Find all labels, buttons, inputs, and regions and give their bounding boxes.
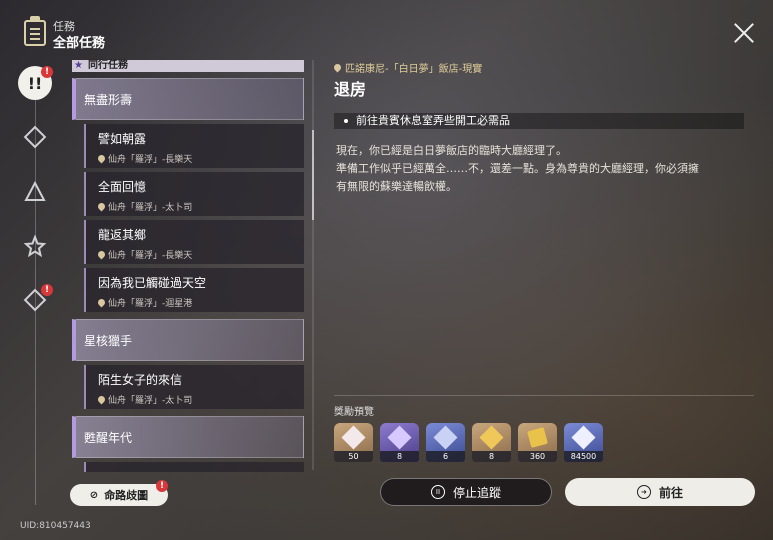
purple-book-icon <box>387 425 412 450</box>
mission-log-icon <box>24 16 46 46</box>
location-pin-icon <box>332 62 343 73</box>
location-pin-icon <box>96 297 107 308</box>
arrow-right-icon: ➜ <box>636 485 651 499</box>
list-group[interactable]: 星核獵手 <box>72 319 304 361</box>
exp-book-icon <box>571 425 596 450</box>
all-missions-icon: !! <box>27 73 43 93</box>
triangle-icon <box>24 181 46 201</box>
diamond-icon <box>23 125 47 149</box>
reward-item[interactable]: 8 <box>472 423 511 462</box>
reward-item[interactable]: 8 <box>380 423 419 462</box>
reward-list: 50 8 6 8 360 84500 <box>334 423 603 462</box>
list-item[interactable] <box>84 462 304 472</box>
list-item[interactable]: 全面回憶 仙舟「羅浮」-太卜司 <box>84 172 304 216</box>
ticket-icon <box>527 427 548 448</box>
location-pin-icon <box>96 153 107 164</box>
star-icon: ★ <box>74 60 83 71</box>
scrollbar-track <box>312 60 314 470</box>
mission-objective: 前往貴賓休息室弄些開工必需品 <box>334 113 744 129</box>
path-icon: ⊘ <box>89 489 99 501</box>
rail-tab-companion[interactable] <box>22 179 48 205</box>
path-map-button[interactable]: ⊘ 命路歧圖 <box>70 484 168 506</box>
reward-item[interactable]: 84500 <box>564 423 603 462</box>
rail-tab-daily-badge: ! <box>41 284 53 296</box>
stop-tracking-button[interactable]: II 停止追蹤 <box>380 478 552 506</box>
close-button[interactable] <box>733 22 755 44</box>
mission-location: 匹諾康尼-「白日夢」飯店-現實 <box>332 60 482 75</box>
list-group[interactable]: 無盡形壽 <box>72 78 304 120</box>
location-pin-icon <box>96 394 107 405</box>
mission-list[interactable]: 無盡形壽 譬如朝露 仙舟「羅浮」-長樂天 全面回憶 仙舟「羅浮」-太卜司 龍返其… <box>72 60 304 472</box>
path-map-badge: ! <box>156 480 168 492</box>
rail-tab-adventure[interactable] <box>22 233 48 259</box>
mission-title: 退房 <box>334 80 367 99</box>
category-header: ★ 同行任務 <box>72 60 304 72</box>
list-item[interactable]: 陌生女子的來信 仙舟「羅浮」-太卜司 <box>84 365 304 409</box>
location-pin-icon <box>96 201 107 212</box>
reward-divider <box>334 395 754 396</box>
location-pin-icon <box>96 249 107 260</box>
uid-label: UID:810457443 <box>20 521 91 531</box>
credit-icon <box>479 425 504 450</box>
go-button[interactable]: ➜ 前往 <box>565 478 755 506</box>
list-group[interactable]: 甦醒年代 <box>72 416 304 458</box>
rail-tab-trailblaze[interactable] <box>22 124 48 150</box>
reward-label: 獎勵預覽 <box>334 407 374 418</box>
list-item[interactable]: 因為我已觸碰過天空 仙舟「羅浮」-迴星港 <box>84 268 304 312</box>
header-subtitle: 全部任務 <box>53 36 106 51</box>
list-item[interactable]: 譬如朝露 仙舟「羅浮」-長樂天 <box>84 124 304 168</box>
weapon-material-icon <box>433 425 458 450</box>
reward-item[interactable]: 6 <box>426 423 465 462</box>
reward-item[interactable]: 360 <box>518 423 557 462</box>
rail-tab-all-badge: ! <box>41 66 53 78</box>
scrollbar-thumb[interactable] <box>312 130 314 220</box>
mission-description: 現在，你已經是白日夢飯店的臨時大廳經理了。 準備工作似乎已經萬全……不，還差一點… <box>336 144 699 193</box>
list-item[interactable]: 龍返其鄉 仙舟「羅浮」-長樂天 <box>84 220 304 264</box>
reward-item[interactable]: 50 <box>334 423 373 462</box>
bullet-icon <box>344 119 348 123</box>
pause-icon: II <box>430 485 445 499</box>
star-icon <box>24 235 46 257</box>
crystal-icon <box>341 425 366 450</box>
